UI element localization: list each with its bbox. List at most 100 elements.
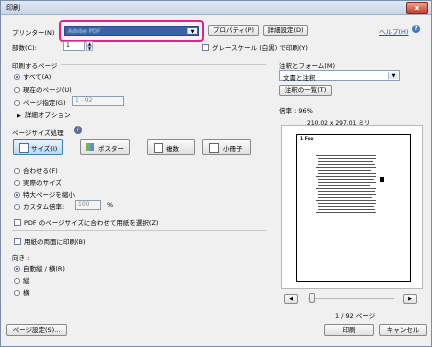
radio-landscape[interactable] <box>14 290 20 296</box>
comments-heading: 注釈とフォーム(M) <box>279 62 335 70</box>
pages-option-range[interactable]: ページ指定(G) <box>14 97 65 107</box>
orientation-option-landscape[interactable]: 横 <box>14 287 30 297</box>
copies-value: 1 <box>66 42 70 49</box>
pdf-page-size-option[interactable]: PDF のページサイズに合わせて用紙を選択(Z) <box>14 217 158 227</box>
radio-fit[interactable] <box>14 168 20 174</box>
chevron-down-icon: ▼ <box>187 28 197 35</box>
more-options-toggle[interactable]: ▶ 詳細オプション <box>17 109 70 119</box>
grayscale-checkbox[interactable] <box>202 44 209 51</box>
more-options-label: 詳細オプション <box>24 111 71 119</box>
tab-poster[interactable]: ポスター <box>80 139 130 155</box>
next-page-button[interactable]: ▶ <box>403 294 417 304</box>
custom-scale-value: 100 <box>78 201 90 208</box>
radio-auto[interactable] <box>14 266 20 272</box>
sizing-heading: ページサイズ処理 <box>12 129 64 137</box>
copies-input[interactable]: 1 <box>63 41 85 51</box>
grayscale-label: グレースケール (白黒) で印刷(Y) <box>212 44 308 52</box>
printer-select-value: Adobe PDF <box>68 28 101 35</box>
radio-actual[interactable] <box>14 180 20 186</box>
orientation-option-auto[interactable]: 自動縦 / 横(R) <box>14 263 65 273</box>
orientation-option-auto-label: 自動縦 / 横(R) <box>23 265 65 273</box>
sizing-option-fit[interactable]: 合わせる(F) <box>14 165 58 175</box>
duplex-checkbox[interactable] <box>14 238 21 245</box>
size-icon <box>19 143 29 153</box>
sizing-option-custom-label: カスタム倍率: <box>23 203 65 211</box>
pages-option-all[interactable]: すべて(A) <box>14 71 51 81</box>
comments-select-value: 文書と注釈 <box>283 74 316 82</box>
pages-heading: 印刷するページ <box>12 62 58 70</box>
sizing-option-custom[interactable]: カスタム倍率: <box>14 201 64 211</box>
preview-scale-label: 倍率 : 96% <box>279 107 313 115</box>
radio-current[interactable] <box>14 87 20 93</box>
prev-page-button[interactable]: ◀ <box>284 294 298 304</box>
page-range-input[interactable]: 1 - 92 <box>72 96 124 106</box>
page-counter: 1 / 92 ページ <box>335 312 376 320</box>
custom-scale-unit: % <box>107 201 114 209</box>
booklet-icon <box>209 143 219 153</box>
printer-highlight: Adobe PDF ▼ <box>59 20 204 42</box>
orientation-option-landscape-label: 横 <box>23 289 30 297</box>
comments-select[interactable]: 文書と注釈 ▼ <box>279 70 400 82</box>
page-preview: 1 Fox <box>281 125 423 289</box>
pdf-page-size-checkbox[interactable] <box>14 219 21 226</box>
pdf-page-size-label: PDF のページサイズに合わせて用紙を選択(Z) <box>24 219 159 227</box>
close-button[interactable]: x <box>406 2 428 14</box>
advanced-button[interactable]: 詳細設定(D) <box>263 25 308 36</box>
triangle-right-icon: ▶ <box>17 113 21 119</box>
radio-range[interactable] <box>14 100 20 106</box>
properties-button[interactable]: プロパティ(P) <box>208 25 259 36</box>
sizing-option-actual[interactable]: 実際のサイズ <box>14 177 62 187</box>
tab-booklet-label: 小冊子 <box>223 145 243 153</box>
comments-summary-button[interactable]: 注釈の一覧(T) <box>279 85 332 96</box>
orientation-heading: 向き : <box>12 254 30 262</box>
print-button[interactable]: 印刷 <box>324 324 374 336</box>
tab-multiple-label: 複数 <box>166 145 179 153</box>
cancel-button[interactable]: キャンセル <box>379 324 427 336</box>
radio-portrait[interactable] <box>14 278 20 284</box>
printer-label: プリンター(N) <box>12 29 55 37</box>
duplex-label: 用紙の両面に印刷(B) <box>24 238 86 246</box>
info-icon[interactable]: i <box>74 126 82 134</box>
radio-all[interactable] <box>14 74 20 80</box>
help-icon[interactable]: ? <box>412 25 420 33</box>
orientation-option-portrait-label: 縦 <box>23 277 30 285</box>
help-link[interactable]: ヘルプ(H) <box>379 26 408 36</box>
title-bar: 印刷 x <box>1 1 431 15</box>
copies-label: 部数(C): <box>12 44 37 52</box>
window-title: 印刷 <box>6 4 20 12</box>
page-setup-button[interactable]: ページ設定(S)... <box>6 324 67 336</box>
copies-spin-down[interactable]: ▼ <box>86 46 93 51</box>
sizing-option-fit-label: 合わせる(F) <box>23 167 58 175</box>
tab-booklet[interactable]: 小冊子 <box>202 139 251 155</box>
sizing-option-actual-label: 実際のサイズ <box>23 179 62 187</box>
pages-divider <box>61 64 266 65</box>
duplex-option[interactable]: 用紙の両面に印刷(B) <box>14 236 86 246</box>
sizing-option-shrink-label: 特大ページを縮小 <box>23 191 75 199</box>
radio-custom[interactable] <box>14 204 20 210</box>
preview-toc-lines <box>316 155 384 213</box>
pages-option-current-label: 現在のページ(U) <box>23 86 72 94</box>
tab-poster-label: ポスター <box>98 145 124 153</box>
tab-size-label: サイズ(I) <box>31 145 58 153</box>
pages-option-current[interactable]: 現在のページ(U) <box>14 84 72 94</box>
chevron-down-icon: ▼ <box>388 72 398 79</box>
multiple-pages-icon <box>154 143 163 153</box>
preview-page: 1 Fox <box>296 134 411 282</box>
orientation-option-portrait[interactable]: 縦 <box>14 275 30 285</box>
grayscale-option[interactable]: グレースケール (白黒) で印刷(Y) <box>202 42 308 52</box>
print-dialog: 印刷 x プリンター(N) Adobe PDF ▼ プロパティ(P) 詳細設定(… <box>0 0 432 347</box>
zoom-slider-thumb[interactable] <box>309 293 315 303</box>
tab-size[interactable]: サイズ(I) <box>13 139 63 155</box>
pages-option-all-label: すべて(A) <box>23 73 52 81</box>
printer-select[interactable]: Adobe PDF ▼ <box>64 26 199 36</box>
pages-option-range-label: ページ指定(G) <box>23 99 66 107</box>
duplex-divider <box>12 230 266 231</box>
custom-scale-input[interactable]: 100 <box>75 200 101 210</box>
sizing-option-shrink[interactable]: 特大ページを縮小 <box>14 189 75 199</box>
help-link-label: ヘルプ(H) <box>379 28 409 36</box>
tab-multiple[interactable]: 複数 <box>147 139 195 155</box>
zoom-slider-track <box>308 298 394 299</box>
radio-shrink[interactable] <box>14 192 20 198</box>
poster-icon <box>86 143 94 151</box>
page-range-value: 1 - 92 <box>75 97 93 104</box>
